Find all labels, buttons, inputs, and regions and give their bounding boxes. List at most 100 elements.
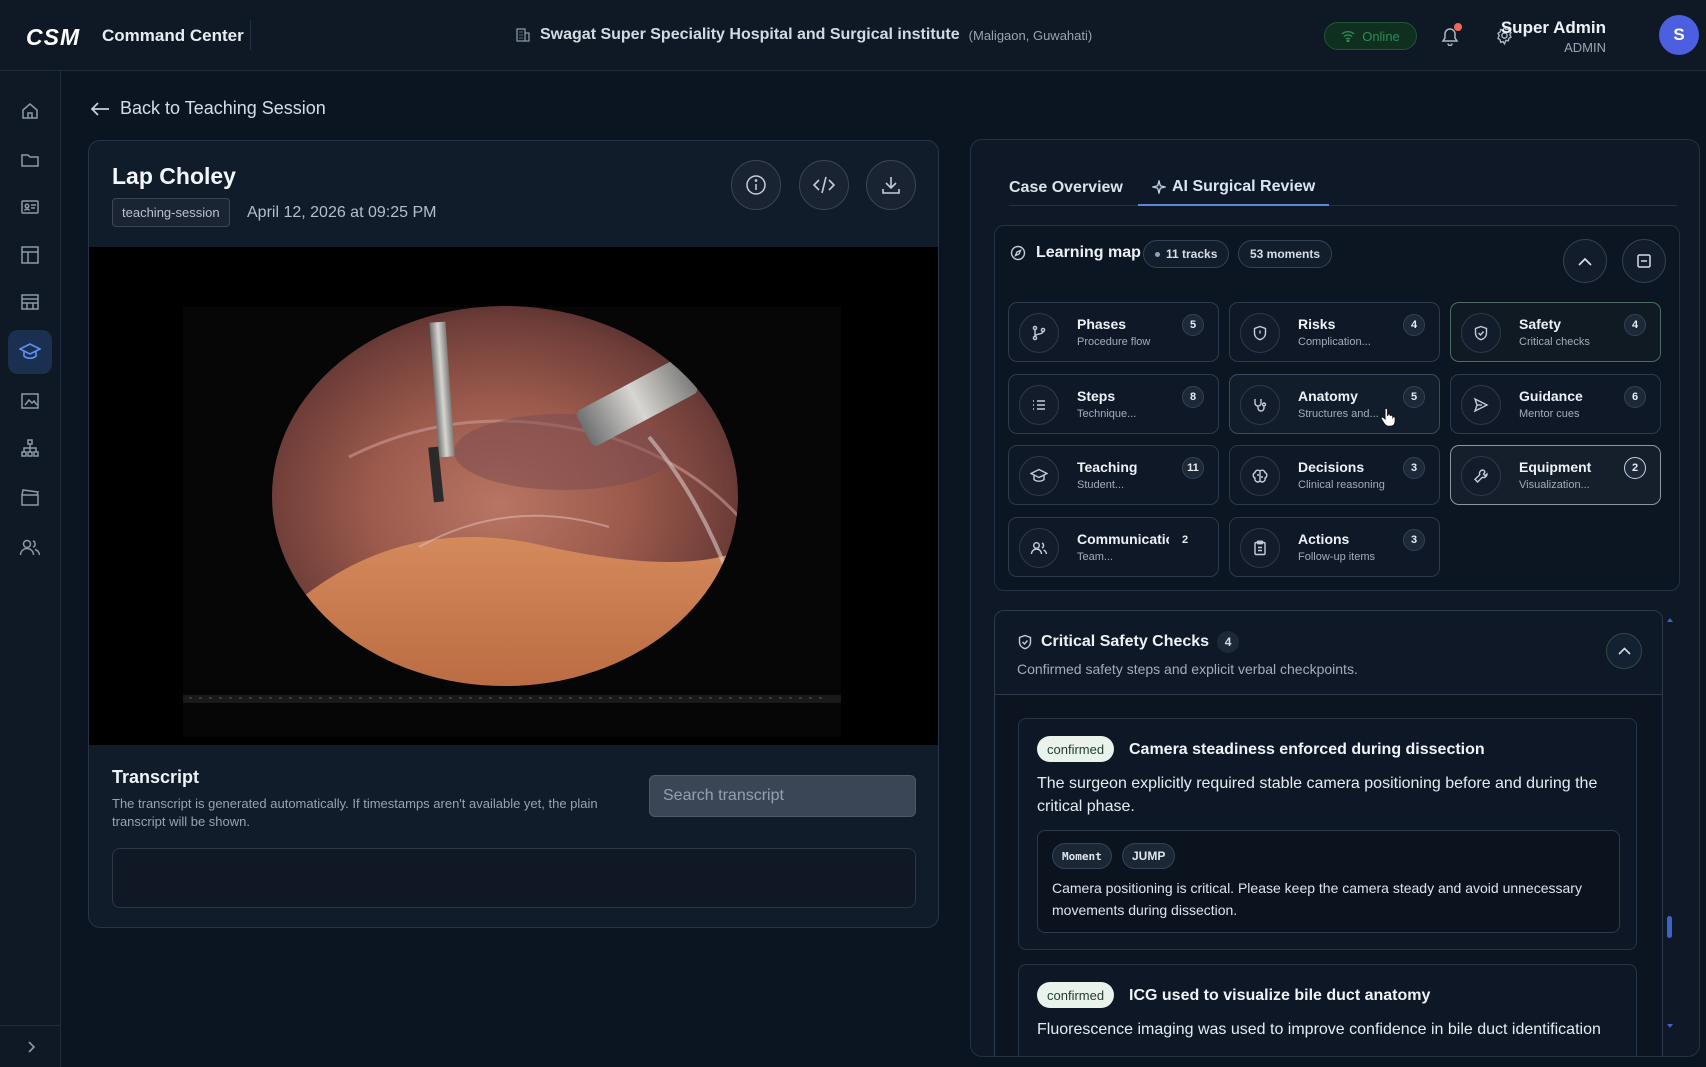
- tracks-count-label: 11 tracks: [1166, 247, 1218, 261]
- collapse-section-button[interactable]: [1606, 633, 1642, 669]
- transcript-title: Transcript: [112, 767, 200, 787]
- track-decisions[interactable]: Decisions Clinical reasoning 3: [1229, 445, 1440, 505]
- track-count-badge: 3: [1403, 529, 1425, 551]
- hospital-location: (Maligaon, Guwahati): [968, 27, 1093, 43]
- track-name: Safety: [1519, 316, 1562, 332]
- scrollbar-thumb[interactable]: [1667, 916, 1672, 938]
- track-count-badge: 6: [1624, 386, 1646, 408]
- arrow-left-icon: [90, 101, 110, 117]
- folder-icon: [20, 150, 40, 170]
- download-button[interactable]: [866, 160, 916, 210]
- session-tag: teaching-session: [112, 198, 230, 227]
- track-name: Communication: [1077, 531, 1169, 547]
- sidebar-item-files[interactable]: [8, 138, 52, 182]
- track-guidance[interactable]: Guidance Mentor cues 6: [1450, 374, 1661, 434]
- track-anatomy[interactable]: Anatomy Structures and... 5: [1229, 374, 1440, 434]
- track-name: Steps: [1077, 388, 1116, 404]
- track-subtitle: Structures and...: [1298, 408, 1379, 420]
- track-name: Phases: [1077, 316, 1127, 332]
- critical-safety-checks-section: Critical Safety Checks 4 Confirmed safet…: [994, 610, 1663, 1056]
- moment-card: Moment JUMP Camera positioning is critic…: [1037, 830, 1620, 933]
- safety-check-item: confirmed Camera steadiness enforced dur…: [1018, 718, 1637, 950]
- section-title-label: Critical Safety Checks: [1041, 633, 1210, 650]
- avatar[interactable]: S: [1659, 15, 1699, 55]
- top-bar: CSM Command Center Swagat Super Speciali…: [0, 0, 1706, 71]
- track-steps[interactable]: Steps Technique... 8: [1008, 374, 1219, 434]
- track-phases[interactable]: Phases Procedure flow 5: [1008, 302, 1219, 362]
- track-name: Guidance: [1519, 388, 1583, 404]
- jump-button[interactable]: JUMP: [1122, 843, 1176, 869]
- sidebar: [0, 71, 61, 1067]
- item-title: Camera steadiness enforced during dissec…: [1129, 741, 1485, 758]
- track-safety[interactable]: Safety Critical checks 4: [1450, 302, 1661, 362]
- building-icon: [515, 27, 531, 43]
- track-subtitle: Critical checks: [1519, 336, 1590, 348]
- hierarchy-icon: [20, 438, 40, 458]
- transcript-search-input[interactable]: [649, 775, 916, 817]
- sidebar-item-tables[interactable]: [8, 280, 52, 324]
- sidebar-item-records[interactable]: [8, 185, 52, 229]
- media-icon: [20, 391, 40, 411]
- sidebar-item-users[interactable]: [8, 525, 52, 569]
- online-status-badge: Online: [1324, 22, 1417, 50]
- item-description: The surgeon explicitly required stable c…: [1037, 775, 1598, 815]
- graduation-cap-icon: [1019, 456, 1059, 496]
- embed-code-button[interactable]: [799, 160, 849, 210]
- notifications-button[interactable]: [1437, 22, 1463, 48]
- tab-bar: Case Overview AI Surgical Review: [1009, 170, 1677, 206]
- sidebar-item-home[interactable]: [8, 89, 52, 133]
- track-name: Equipment: [1519, 459, 1592, 475]
- moments-count-label: 53 moments: [1250, 247, 1321, 261]
- users-icon: [1019, 528, 1059, 568]
- sidebar-item-teaching[interactable]: [8, 330, 52, 374]
- minimize-button[interactable]: [1622, 239, 1666, 283]
- code-icon: [813, 176, 835, 194]
- track-subtitle: Visualization...: [1519, 479, 1590, 491]
- sidebar-item-layout[interactable]: [8, 233, 52, 277]
- track-count-badge: 4: [1403, 314, 1425, 336]
- info-button[interactable]: [731, 160, 781, 210]
- back-link[interactable]: Back to Teaching Session: [90, 98, 326, 119]
- tab-case-overview[interactable]: Case Overview: [1009, 170, 1123, 206]
- download-icon: [881, 175, 901, 195]
- track-teaching[interactable]: Teaching Student... 11: [1008, 445, 1219, 505]
- track-subtitle: Follow-up items: [1298, 551, 1376, 563]
- app-name: Command Center: [102, 26, 244, 45]
- minus-square-icon: [1636, 253, 1652, 269]
- section-header: Critical Safety Checks 4 Confirmed safet…: [995, 611, 1662, 695]
- tracks-count-badge: 11 tracks: [1143, 240, 1230, 268]
- hospital-selector[interactable]: Swagat Super Speciality Hospital and Sur…: [515, 26, 1092, 44]
- sidebar-expand-button[interactable]: [0, 1025, 61, 1067]
- sidebar-item-hierarchy[interactable]: [8, 426, 52, 470]
- track-communication[interactable]: Communication Team... 2: [1008, 517, 1219, 577]
- chevron-right-icon: [26, 1040, 36, 1053]
- clipboard-icon: [1240, 528, 1280, 568]
- scrollbar[interactable]: [1667, 614, 1673, 1032]
- track-name: Risks: [1298, 316, 1336, 332]
- transcript-description: The transcript is generated automaticall…: [112, 796, 598, 829]
- tab-ai-surgical-review[interactable]: AI Surgical Review: [1138, 170, 1330, 206]
- users-icon: [19, 537, 41, 557]
- video-player[interactable]: [89, 247, 938, 745]
- track-count-badge: 8: [1182, 386, 1204, 408]
- logo[interactable]: CSM: [26, 24, 80, 51]
- compass-icon: [1010, 245, 1026, 261]
- sidebar-item-sessions[interactable]: [8, 475, 52, 519]
- user-info[interactable]: Super Admin ADMIN: [1501, 18, 1606, 55]
- clapperboard-icon: [20, 487, 40, 507]
- track-subtitle: Complication...: [1298, 336, 1371, 348]
- track-subtitle: Mentor cues: [1519, 408, 1580, 420]
- track-risks[interactable]: Risks Complication... 4: [1229, 302, 1440, 362]
- collapse-learning-map-button[interactable]: [1563, 239, 1607, 283]
- sidebar-item-media[interactable]: [8, 379, 52, 423]
- section-description: Confirmed safety steps and explicit verb…: [1017, 661, 1358, 677]
- layout-icon: [20, 245, 40, 265]
- track-actions[interactable]: Actions Follow-up items 3: [1229, 517, 1440, 577]
- item-title: ICG used to visualize bile duct anatomy: [1129, 987, 1431, 1004]
- track-equipment[interactable]: Equipment Visualization... 2: [1450, 445, 1661, 505]
- confirmed-badge: confirmed: [1037, 982, 1115, 1008]
- section-count-badge: 4: [1217, 631, 1240, 653]
- track-name: Anatomy: [1298, 388, 1358, 404]
- wifi-icon: [1341, 30, 1355, 42]
- track-name: Teaching: [1077, 459, 1138, 475]
